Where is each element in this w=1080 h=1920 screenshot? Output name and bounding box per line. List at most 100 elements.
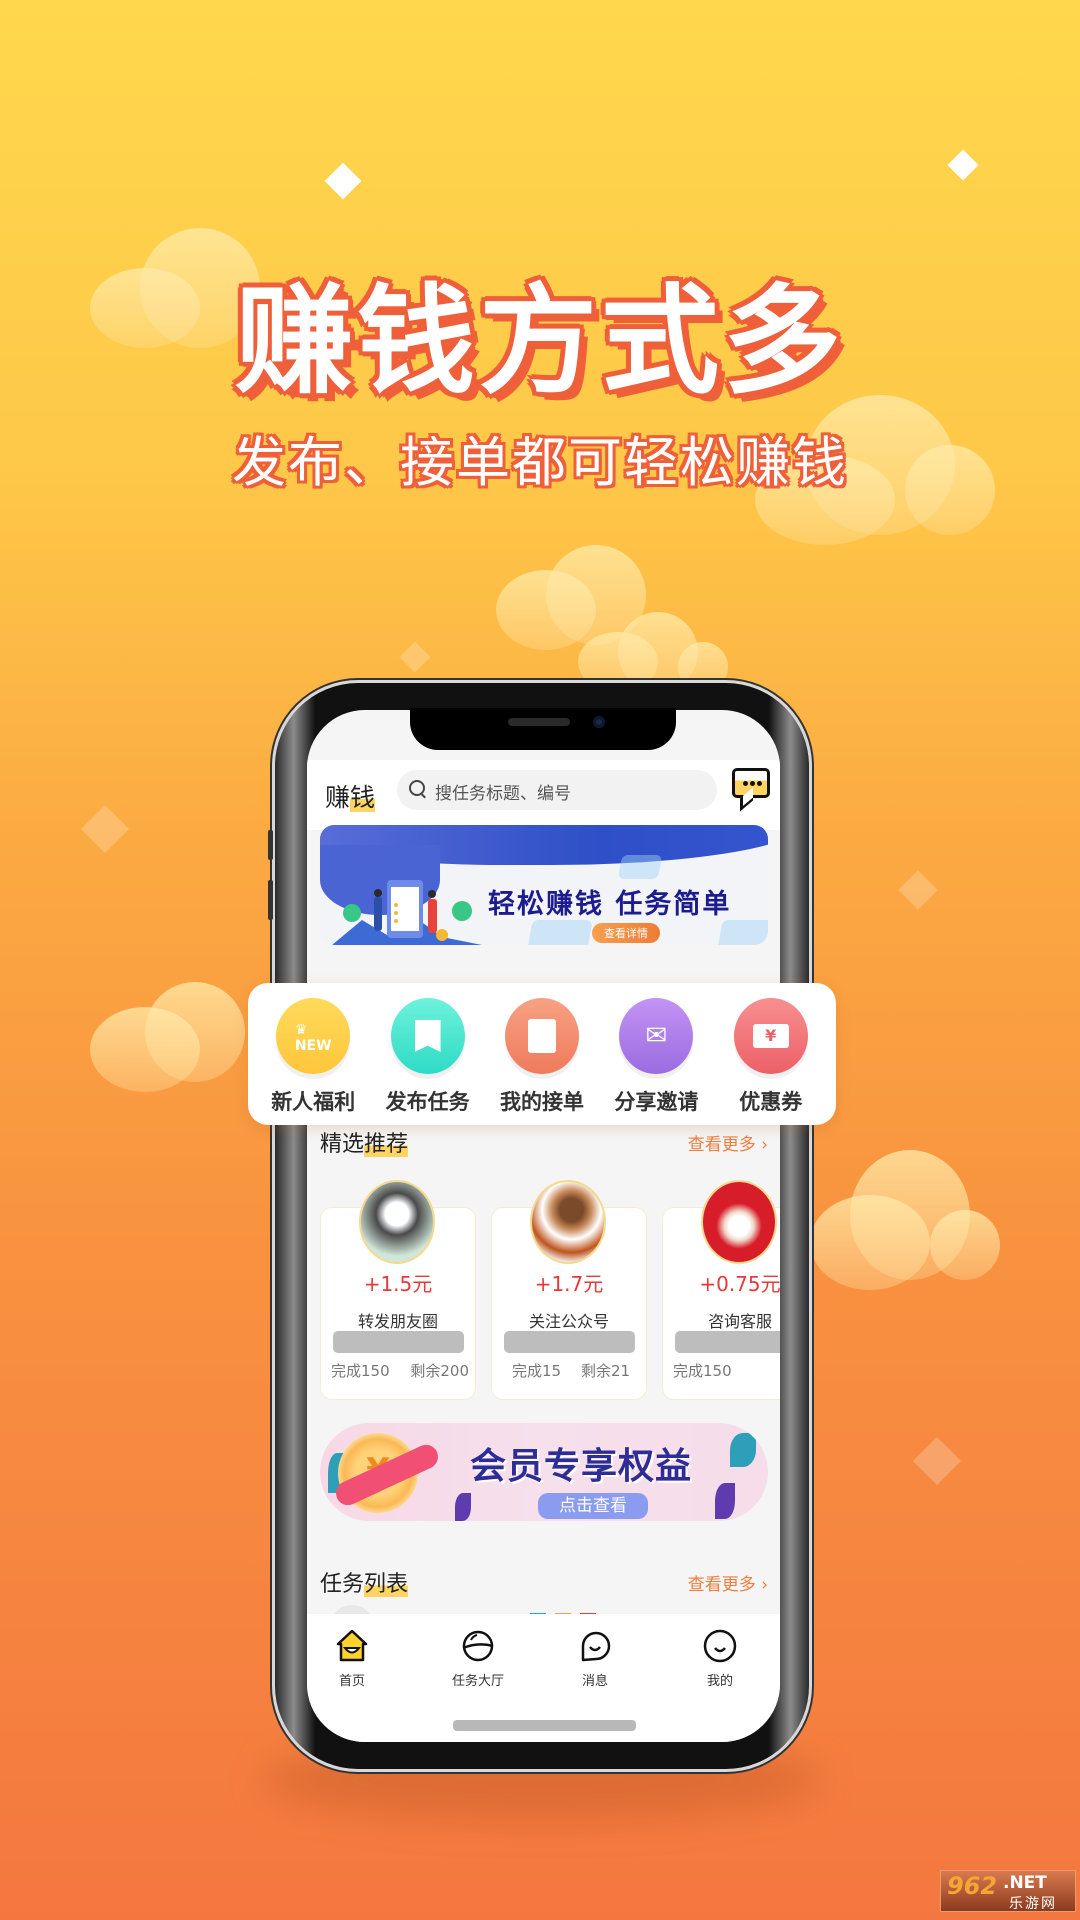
task-progress-placeholder [675,1331,780,1353]
tab-home[interactable]: 首页 [307,1628,397,1689]
tab-label: 任务大厅 [451,1674,504,1689]
decor-leaf [455,1493,471,1521]
sparkle-diamond [898,870,938,910]
task-name: 关注公众号 [528,1312,609,1331]
search-icon [409,780,425,796]
task-name: 转发朋友圈 [357,1312,438,1331]
cloud [810,1150,1000,1290]
feature-label: 新人福利 [271,1090,356,1114]
feature-label: 分享邀请 [614,1090,699,1114]
section-title-highlight: 推荐 [364,1132,409,1157]
tab-task-hall[interactable]: 任务大厅 [433,1628,523,1689]
task-progress-placeholder [333,1331,464,1353]
banner-illustration [332,880,482,945]
tab-label: 首页 [338,1674,365,1689]
task-completed: 完成150 [331,1362,390,1380]
task-progress-placeholder [504,1331,635,1353]
title-text: 赚 [325,783,351,812]
featured-task-card[interactable]: +0.75元 咨询客服 完成150剩余 [662,1180,780,1400]
sparkle-diamond [80,804,130,854]
app-header: 赚钱 搜任务标题、编号 [307,760,780,830]
featured-task-card[interactable]: +1.7元 关注公众号 完成15 剩余21 [491,1180,647,1400]
page-title: 赚钱 [325,778,376,814]
section-title: 任务列表 [320,1566,409,1598]
home-indicator[interactable] [453,1720,636,1731]
task-completed: 完成15 [511,1362,562,1380]
title-text-highlight: 钱 [350,783,376,812]
task-avatar [359,1180,435,1264]
task-remaining: 剩余200 [410,1362,469,1380]
banner-hex [617,855,663,879]
poster-headline: 赚钱方式多 [234,272,845,410]
task-stats: 完成15 剩余21 [502,1360,640,1381]
feature-share-invite[interactable]: ✉ 分享邀请 [601,998,711,1125]
vip-benefits-banner[interactable]: ¥ 会员专享权益 点击查看 [320,1423,768,1521]
coupon-yen-icon: ¥ [733,998,808,1074]
envelope-heart-icon: ✉ [619,998,694,1074]
home-icon [336,1629,368,1662]
vip-view-button[interactable]: 点击查看 [538,1493,648,1519]
phone-notch [410,708,676,750]
front-camera [593,716,605,728]
tab-messages[interactable]: 消息 [550,1628,640,1689]
feature-my-orders[interactable]: 我的接单 [487,998,597,1125]
sparkle-diamond [912,1436,962,1486]
tab-label: 消息 [581,1674,608,1689]
decor-leaf [715,1483,735,1519]
task-remaining: 剩余21 [580,1362,631,1380]
task-stats: 完成150剩余 [673,1360,780,1381]
task-name: 咨询客服 [707,1312,772,1331]
feature-shortcuts: ♛ NEW 新人福利 发布任务 我的接单 ✉ 分享邀请 ¥ 优惠券 [248,983,836,1125]
tab-profile[interactable]: 我的 [675,1628,765,1689]
feature-label: 发布任务 [385,1090,470,1114]
sparkle-diamond [947,149,979,181]
task-reward: +0.75元 [699,1272,780,1296]
banner-hex [717,920,768,945]
section-title-text: 精选 [320,1132,365,1157]
task-list-more-link[interactable]: 查看更多 › [688,1570,768,1595]
watermark-number: 962 [947,1872,998,1900]
featured-more-link[interactable]: 查看更多 › [688,1130,768,1155]
task-completed: 完成150 [673,1362,732,1380]
vip-title: 会员专享权益 [470,1446,693,1487]
task-reward: +1.7元 [534,1272,604,1296]
speaker-grille [508,718,570,726]
section-title: 精选推荐 [320,1126,409,1158]
featured-task-card[interactable]: +1.5元 转发朋友圈 完成150 剩余200 [320,1180,476,1400]
promo-banner[interactable]: 轻松赚钱 任务简单 查看详情 [320,825,768,945]
feature-coupons[interactable]: ¥ 优惠券 [716,998,826,1125]
task-reward: +1.5元 [363,1272,433,1296]
section-title-text: 任务 [320,1572,365,1597]
featured-section-header: 精选推荐 查看更多 › [320,1122,768,1162]
sparkle-diamond [324,162,362,200]
section-title-highlight: 列表 [364,1572,409,1597]
task-stats: 完成150 剩余200 [331,1360,469,1381]
search-placeholder: 搜任务标题、编号 [435,784,571,804]
search-input[interactable]: 搜任务标题、编号 [397,770,717,810]
crown-new-icon: ♛ NEW [276,998,351,1074]
feature-new-user-benefits[interactable]: ♛ NEW 新人福利 [258,998,368,1125]
feature-publish-task[interactable]: 发布任务 [373,998,483,1125]
decor-leaf [730,1433,756,1467]
banner-details-button[interactable]: 查看详情 [592,923,660,943]
feature-label: 我的接单 [499,1090,584,1114]
volume-up-button [268,880,273,920]
watermark-name: 乐游网 [1009,1896,1057,1912]
bookmark-list-icon [390,998,465,1074]
planet-icon [462,1630,494,1662]
mute-switch [268,830,273,860]
site-watermark: 962 .NET 乐游网 [940,1870,1076,1912]
profile-face-icon [703,1629,737,1663]
sparkle-diamond [399,641,431,673]
feature-label: 优惠券 [739,1090,803,1114]
banner-title: 轻松赚钱 任务简单 [488,889,732,920]
chat-bubble-icon[interactable] [732,768,770,798]
task-avatar [530,1180,606,1264]
tab-label: 我的 [706,1674,733,1689]
task-list-header: 任务列表 查看更多 › [320,1562,768,1602]
task-avatar [701,1180,777,1264]
app-screen: 赚钱 搜任务标题、编号 轻松赚钱 任务简单 查看详情 精选推荐 查看更多 › +… [307,710,780,1742]
poster-subheadline: 发布、接单都可轻松赚钱 [232,431,848,494]
clipboard-icon [504,998,579,1074]
watermark-domain: .NET [1003,1873,1047,1893]
